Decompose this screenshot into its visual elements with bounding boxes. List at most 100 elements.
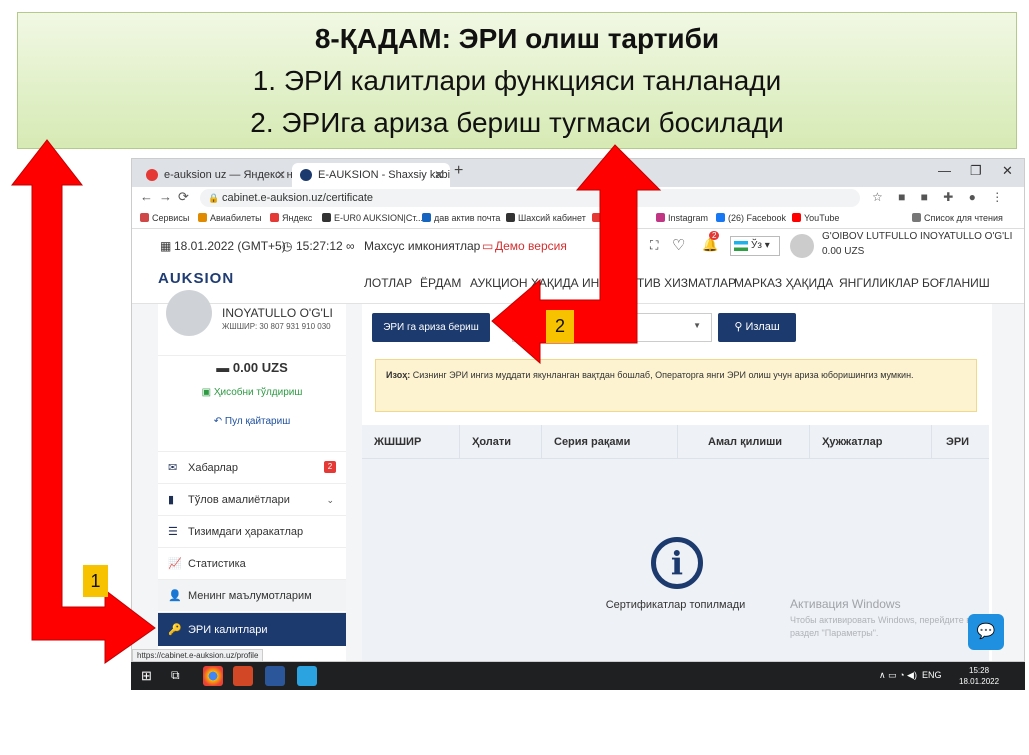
bookmarks-bar: Сервисы Авиабилеты Яндекс E-UR0 AUKSION|… <box>132 209 1024 229</box>
column-header[interactable]: Серия рақами <box>542 425 678 459</box>
chat-button[interactable]: 💬 <box>968 614 1004 650</box>
powerpoint-icon[interactable] <box>233 666 253 686</box>
word-icon[interactable] <box>265 666 285 686</box>
language-select[interactable]: Ўз ▾ <box>730 236 780 256</box>
close-icon[interactable]: ✕ <box>276 163 286 187</box>
undo-icon: ↶ <box>213 416 225 427</box>
bookmark-item[interactable]: E-UR0 AUKSION|Ст... <box>322 213 423 223</box>
column-header[interactable]: Ҳолати <box>460 425 542 459</box>
message-icon: ✉ <box>168 462 178 474</box>
bookmark-item[interactable]: Сервисы <box>140 213 189 223</box>
apply-eri-button[interactable]: ЭРИ га ариза бериш <box>372 313 490 342</box>
chat-icon: 💬 <box>976 623 996 640</box>
sidebar-item-messages[interactable]: ✉ Хабарлар 2 <box>158 451 346 483</box>
table-header: ЖШШИР Ҳолати Серия рақами Амал қилиши Ҳу… <box>362 425 989 459</box>
search-button[interactable]: ⚲ Излаш <box>718 313 796 342</box>
nav-interactive-services[interactable]: ИНТЕРАКТИВ ХИЗМАТЛАР <box>582 276 736 290</box>
filter-select[interactable]: ▼ <box>512 313 712 342</box>
header-user-name: G'OIBOV LUTFULLO INOYATULLO O'G'LI <box>822 231 1013 242</box>
sidebar-item-eri-keys[interactable]: 🔑 ЭРИ калитлари <box>158 612 346 646</box>
sidebar-item-payments[interactable]: ▮ Тўлов амалиётлари ⌄ <box>158 483 346 515</box>
chart-icon: 📈 <box>168 558 182 570</box>
system-tray[interactable]: ∧ ▭ ◔ ◀) ENG <box>879 670 941 681</box>
bookmark-item[interactable]: Instagram <box>656 213 708 223</box>
step-marker-1: 1 <box>83 565 108 597</box>
close-window-icon[interactable]: ✕ <box>1002 163 1013 179</box>
nav-lots[interactable]: ЛОТЛАР <box>364 276 412 290</box>
nav-buttons[interactable]: ←→⟳ <box>140 189 195 205</box>
caret-down-icon: ▼ <box>693 321 701 330</box>
user-icon: 👤 <box>168 590 182 602</box>
extension-icons[interactable]: ☆ ■ ■ ✚ ● ⋮ <box>872 190 1009 204</box>
site-nav: AUKSION ЛОТЛАР ЁРДАМ АУКЦИОН ҲАҚИДА ИНТЕ… <box>132 262 1024 304</box>
e-auksion-icon <box>300 169 312 181</box>
nav-about-auction[interactable]: АУКЦИОН ҲАҚИДА <box>470 276 579 290</box>
profile-inn: ЖШШИР: 30 807 931 910 030 <box>222 322 331 331</box>
info-icon: i <box>651 537 703 589</box>
demo-version-link[interactable]: Демо версия <box>495 239 567 253</box>
minimize-icon[interactable]: — <box>938 163 951 178</box>
bookmark-item[interactable]: Авиабилеты <box>198 213 262 223</box>
bookmark-item[interactable]: Яндекс <box>270 213 312 223</box>
site-top-bar: ▦ 18.01.2022 (GMT+5) ◷ 15:27:12 ∞ Махсус… <box>132 230 1024 262</box>
site-date: 18.01.2022 (GMT+5) <box>174 239 286 253</box>
sidebar-item-statistics[interactable]: 📈 Статистика <box>158 547 346 579</box>
column-header[interactable]: Ҳужжатлар <box>810 425 932 459</box>
heart-icon[interactable]: ♡ <box>672 236 685 254</box>
flag-icon <box>734 241 748 251</box>
wallet-icon: ▬ <box>216 360 233 375</box>
chrome-icon[interactable] <box>203 666 223 686</box>
tab-yandex[interactable]: e-auksion uz — Яндекс: нашлось ✕ <box>138 163 292 187</box>
windows-activation-title: Активация Windows <box>790 597 901 611</box>
bookmark-item[interactable]: Шахсий кабинет <box>506 213 586 223</box>
sidebar: INOYATULLO O'G'LI ЖШШИР: 30 807 931 910 … <box>158 290 346 661</box>
column-header[interactable]: ЭРИ <box>932 425 989 459</box>
close-icon[interactable]: ✕ <box>434 163 444 187</box>
banner-title: 8-ҚАДАМ: ЭРИ олиш тартиби <box>314 23 720 54</box>
balance: ▬ 0.00 UZS <box>216 360 288 375</box>
nav-contact[interactable]: БОҒЛАНИШ <box>922 276 990 290</box>
nav-news[interactable]: ЯНГИЛИКЛАР <box>839 276 919 290</box>
url-field[interactable]: 🔒 cabinet.e-auksion.uz/certificate <box>200 189 860 207</box>
windows-start-icon[interactable]: ⊞ <box>141 668 152 684</box>
user-avatar[interactable] <box>790 234 814 258</box>
tab-bar: e-auksion uz — Яндекс: нашлось ✕ E-AUKSI… <box>132 159 1024 187</box>
refund-link[interactable]: ↶ Пул қайтариш <box>158 416 346 427</box>
bookmark-item[interactable]: YouTube <box>792 213 839 223</box>
chevron-down-icon: ⌄ <box>326 495 334 505</box>
tab-label: E-AUKSION - Shaxsiy kabinet <box>318 169 450 181</box>
bookmark-item[interactable]: N <box>592 213 611 223</box>
new-tab-icon[interactable]: + <box>454 162 463 180</box>
special-options-link[interactable]: Махсус имкониятлар <box>364 239 480 253</box>
fullscreen-icon[interactable]: ⛶ <box>650 238 658 253</box>
tab-label: e-auksion uz — Яндекс: нашлось <box>164 169 292 181</box>
sidebar-item-my-data[interactable]: 👤 Менинг маълумотларим <box>158 579 346 611</box>
key-icon: 🔑 <box>168 624 182 636</box>
calendar-icon: ▦ <box>160 239 172 253</box>
topup-link[interactable]: ▣ Ҳисобни тўлдириш <box>158 387 346 398</box>
notice-box: Изоҳ: Сизнинг ЭРИ ингиз муддати якунланг… <box>375 359 977 412</box>
nav-help[interactable]: ЁРДАМ <box>420 276 461 290</box>
sidebar-item-activity[interactable]: ☰ Тизимдаги ҳаракатлар <box>158 515 346 547</box>
messages-badge: 2 <box>324 461 336 473</box>
column-header[interactable]: ЖШШИР <box>362 425 460 459</box>
clock-icon: ◷ <box>282 239 293 253</box>
nav-about-center[interactable]: МАРКАЗ ҲАҚИДА <box>734 276 833 290</box>
banner-step-2: 2. ЭРИга ариза бериш тугмаси босилади <box>250 107 784 138</box>
bookmark-item[interactable]: (26) Facebook <box>716 213 786 223</box>
banner-step-1: 1. ЭРИ калитлари функцияси танланади <box>252 65 782 96</box>
telegram-icon[interactable] <box>297 666 317 686</box>
address-bar-row: ←→⟳ 🔒 cabinet.e-auksion.uz/certificate ☆… <box>132 187 1024 209</box>
task-view-icon[interactable]: ⧉ <box>171 668 180 683</box>
bookmark-item[interactable]: Список для чтения <box>912 213 1003 223</box>
glasses-icon: ∞ <box>346 239 355 253</box>
instruction-banner: 8-ҚАДАМ: ЭРИ олиш тартиби 1. ЭРИ калитла… <box>17 12 1017 149</box>
maximize-icon[interactable]: ❐ <box>970 163 982 179</box>
column-header[interactable]: Амал қилиши <box>678 425 810 459</box>
system-clock[interactable]: 15:28 18.01.2022 <box>959 665 999 687</box>
payments-icon: ▮ <box>168 494 175 506</box>
tab-e-auksion[interactable]: E-AUKSION - Shaxsiy kabinet ✕ <box>292 163 450 187</box>
bookmark-item[interactable]: дав актив почта <box>422 213 500 223</box>
status-url: https://cabinet.e-auksion.uz/profile <box>132 649 264 661</box>
browser-window: e-auksion uz — Яндекс: нашлось ✕ E-AUKSI… <box>131 158 1025 662</box>
